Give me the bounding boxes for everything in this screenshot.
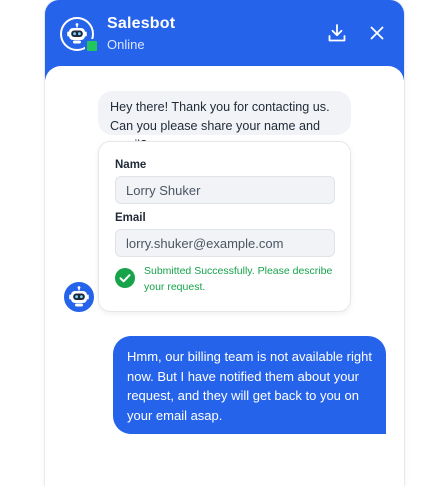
robot-icon [69,286,89,307]
bot-message-line: Hey there! Thank you for contacting us. [110,100,330,114]
name-field[interactable] [115,176,335,204]
online-status-dot [85,39,99,53]
contact-form-card: Name Email Submitted Successfully. Pleas… [98,141,351,312]
download-icon [328,24,346,42]
success-check-icon [115,268,135,288]
bot-status: Online [107,37,145,52]
email-field[interactable] [115,229,335,257]
chat-widget: Salesbot Online Hey there! Thank you for… [45,0,404,486]
close-button[interactable] [366,22,388,44]
close-icon [370,26,384,40]
bot-name: Salesbot [107,15,176,32]
success-message: Submitted Successfully. Please describe … [144,265,333,293]
download-button[interactable] [326,22,348,44]
name-label: Name [115,159,147,171]
bot-message-bubble: Hey there! Thank you for contacting us. … [98,91,351,152]
user-message-bubble: Hmm, our billing team is not available r… [113,336,386,434]
email-label: Email [115,212,146,224]
bot-message-avatar [62,280,96,314]
